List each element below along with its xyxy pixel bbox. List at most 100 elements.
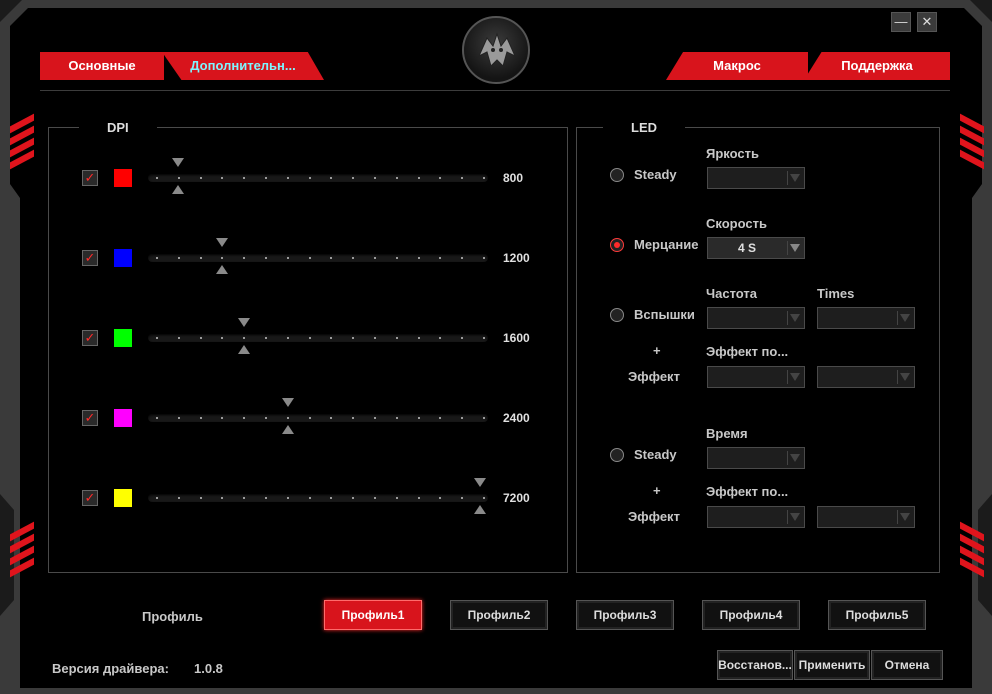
slider-tick [417, 177, 420, 179]
slider-tick [199, 417, 202, 419]
slider-thumb-bottom[interactable] [172, 185, 184, 194]
slider-thumb-top[interactable] [172, 158, 184, 167]
slider-thumb-top[interactable] [238, 318, 250, 327]
slider-tick [243, 497, 246, 499]
dpi-color-swatch[interactable] [114, 249, 132, 267]
effect-select-1a[interactable] [707, 366, 805, 388]
dpi-row: ✓ 7200 [48, 478, 578, 520]
dpi-slider[interactable] [148, 254, 488, 262]
profile-1-button[interactable]: Профиль1 [324, 600, 422, 630]
dpi-color-swatch[interactable] [114, 169, 132, 187]
dpi-slider[interactable] [148, 334, 488, 342]
dpi-row: ✓ 1600 [48, 318, 578, 360]
slider-thumb-bottom[interactable] [474, 505, 486, 514]
dpi-value: 800 [503, 171, 524, 185]
slider-tick [265, 497, 267, 499]
slider-thumb-bottom[interactable] [282, 425, 294, 434]
tab-basic[interactable]: Основные [40, 52, 164, 80]
minimize-button[interactable]: — [891, 12, 911, 32]
effect-after-label-2: Эффект по... [706, 484, 789, 499]
dpi-enable-checkbox[interactable]: ✓ [82, 490, 98, 506]
slider-tick [286, 337, 289, 339]
slider-tick [156, 417, 158, 419]
slider-tick [374, 497, 376, 499]
tab-support[interactable]: Поддержка [804, 52, 950, 80]
plus-sign-1: + [653, 343, 661, 358]
slider-tick [221, 177, 224, 179]
profile-3-button[interactable]: Профиль3 [576, 600, 674, 630]
profile-5-button[interactable]: Профиль5 [828, 600, 926, 630]
close-button[interactable]: ✕ [917, 12, 937, 32]
led-mode-flicker-radio[interactable] [610, 238, 624, 252]
slider-tick [330, 417, 333, 419]
led-mode-steady-radio[interactable] [610, 168, 624, 182]
slider-tick [439, 257, 442, 259]
slider-tick [286, 497, 289, 499]
tab-macro[interactable]: Макрос [666, 52, 808, 80]
slider-tick [177, 337, 180, 339]
slider-tick [156, 257, 158, 259]
slider-tick [417, 497, 420, 499]
time-select[interactable] [707, 447, 805, 469]
dpi-color-swatch[interactable] [114, 409, 132, 427]
slider-tick [374, 177, 376, 179]
slider-tick [286, 177, 289, 179]
slider-tick [461, 417, 464, 419]
effect-after-label-1: Эффект по... [706, 344, 789, 359]
led-mode-flash-radio[interactable] [610, 308, 624, 322]
dpi-group-title: DPI [79, 120, 157, 135]
effect-select-2b[interactable] [817, 506, 915, 528]
slider-thumb-bottom[interactable] [238, 345, 250, 354]
speed-value: 4 S [737, 241, 756, 255]
dpi-enable-checkbox[interactable]: ✓ [82, 330, 98, 346]
dpi-enable-checkbox[interactable]: ✓ [82, 250, 98, 266]
led-mode-flash-label[interactable]: Вспышки [634, 307, 695, 322]
slider-tick [243, 257, 246, 259]
slider-thumb-top[interactable] [216, 238, 228, 247]
frequency-select[interactable] [707, 307, 805, 329]
slider-tick [308, 177, 311, 179]
led-mode-steady-label[interactable]: Steady [634, 167, 677, 182]
slider-thumb-top[interactable] [282, 398, 294, 407]
slider-tick [483, 177, 485, 179]
slider-tick [417, 337, 420, 339]
slider-tick [352, 337, 355, 339]
slider-thumb-top[interactable] [474, 478, 486, 487]
brightness-label: Яркость [706, 146, 759, 161]
slider-tick [483, 417, 485, 419]
slider-tick [308, 337, 311, 339]
speed-select[interactable]: 4 S [707, 237, 805, 259]
dpi-enable-checkbox[interactable]: ✓ [82, 170, 98, 186]
slider-tick [374, 337, 376, 339]
led-mode-flicker-label[interactable]: Мерцание [634, 237, 698, 252]
slider-tick [395, 497, 398, 499]
led-mode-steady2-radio[interactable] [610, 448, 624, 462]
slider-tick [221, 417, 224, 419]
dpi-color-swatch[interactable] [114, 489, 132, 507]
dpi-enable-checkbox[interactable]: ✓ [82, 410, 98, 426]
effect-select-2a[interactable] [707, 506, 805, 528]
effect-select-1b[interactable] [817, 366, 915, 388]
times-select[interactable] [817, 307, 915, 329]
slider-tick [221, 337, 224, 339]
brightness-select[interactable] [707, 167, 805, 189]
slider-tick [177, 417, 180, 419]
profile-2-button[interactable]: Профиль2 [450, 600, 548, 630]
slider-tick [395, 257, 398, 259]
led-mode-steady2-label[interactable]: Steady [634, 447, 677, 462]
dpi-color-swatch[interactable] [114, 329, 132, 347]
stripe-decor-right-top [960, 112, 984, 174]
slider-tick [156, 177, 158, 179]
slider-tick [177, 177, 180, 179]
restore-button[interactable]: Восстанов... [717, 650, 793, 680]
plus-sign-2: + [653, 483, 661, 498]
tab-advanced[interactable]: Дополнительн... [162, 52, 324, 80]
apply-button[interactable]: Применить [794, 650, 870, 680]
cancel-button[interactable]: Отмена [871, 650, 943, 680]
slider-thumb-bottom[interactable] [216, 265, 228, 274]
dpi-slider[interactable] [148, 494, 488, 502]
dpi-slider[interactable] [148, 414, 488, 422]
profile-4-button[interactable]: Профиль4 [702, 600, 800, 630]
slider-tick [374, 417, 376, 419]
dpi-slider[interactable] [148, 174, 488, 182]
